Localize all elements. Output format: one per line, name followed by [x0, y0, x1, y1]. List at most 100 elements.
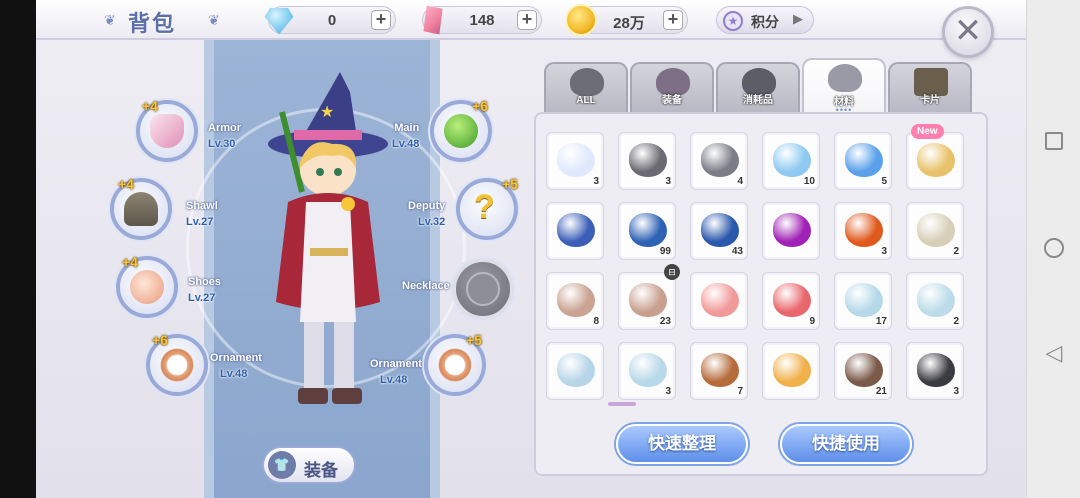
inventory-slot[interactable]: 23 — [618, 272, 676, 330]
equip-button[interactable]: 👕 装备 — [262, 446, 356, 484]
material-icon — [828, 64, 862, 92]
inventory-slot[interactable]: 7 — [690, 342, 748, 400]
frost-shard-icon — [845, 283, 883, 317]
tab-equipment[interactable]: 装备 — [630, 62, 714, 112]
item-count: 21 — [875, 386, 887, 397]
inventory-slot[interactable]: 3 — [618, 342, 676, 400]
triangle-back-icon: ◁ — [1045, 340, 1063, 365]
all-icon — [570, 68, 604, 96]
inventory-slot[interactable]: 21 — [834, 342, 892, 400]
gold-amount: 28万 — [613, 15, 645, 32]
inventory-slot[interactable] — [690, 272, 748, 330]
bronze-coin-icon — [557, 283, 595, 317]
shawl-slot[interactable]: +4 — [110, 176, 172, 240]
necklace-slot[interactable] — [452, 258, 514, 320]
item-count: 4 — [737, 176, 743, 187]
crystal-icon — [423, 5, 443, 35]
moon-stone-icon — [629, 143, 667, 177]
inventory-slot[interactable]: 8 — [546, 272, 604, 330]
white-gem-icon — [557, 143, 595, 177]
bronze-coin-icon — [629, 283, 667, 317]
shawl-bonus: +4 — [118, 176, 134, 192]
inventory-slot[interactable]: 9 — [762, 272, 820, 330]
diamond-currency: 0 + — [264, 6, 396, 35]
inventory-slot[interactable]: 3 — [546, 132, 604, 190]
inventory-slot[interactable]: 3 — [834, 202, 892, 260]
inventory-slot[interactable]: 17 — [834, 272, 892, 330]
inventory-slot[interactable]: 2 — [906, 202, 964, 260]
back-button[interactable]: ◁ — [1041, 340, 1067, 366]
inventory-slot[interactable]: 3 — [906, 342, 964, 400]
gold-coin-icon — [565, 4, 597, 36]
diamond-amount: 0 — [327, 12, 337, 29]
points-button[interactable]: ★ 积分 ▶ — [716, 6, 814, 34]
scroll-indicator[interactable] — [608, 402, 636, 406]
ornament-right-label: Ornament Lv.48 — [370, 358, 422, 386]
pink-ore-icon — [701, 283, 739, 317]
item-count: 3 — [881, 246, 887, 257]
treasure-chest-icon — [917, 213, 955, 247]
inventory-slot[interactable]: 2 — [906, 272, 964, 330]
add-diamond-button[interactable]: + — [371, 10, 391, 30]
item-count: 3 — [953, 386, 959, 397]
quick-use-button[interactable]: 快捷使用 — [780, 424, 912, 464]
shoes-bonus: +4 — [122, 254, 138, 270]
deputy-bonus: +5 — [502, 176, 518, 192]
item-count: 17 — [875, 316, 887, 327]
ornament-left-label: Ornament Lv.48 — [210, 352, 262, 380]
item-count: 3 — [593, 176, 599, 187]
inventory-panel: 3 3 4 10 5 New 99 43 3 2 8 23 9 17 2 3 7 21 3 ⊟ 快速整理 快捷使用 — [534, 112, 988, 476]
inventory-slot[interactable]: 43 — [690, 202, 748, 260]
inventory-slot[interactable]: 10 — [762, 132, 820, 190]
main-weapon-slot[interactable]: +6 — [430, 98, 492, 162]
close-button[interactable]: ✕ — [942, 6, 994, 58]
shawl-icon — [124, 192, 158, 226]
quick-sort-button[interactable]: 快速整理 — [616, 424, 748, 464]
inventory-slot[interactable] — [546, 202, 604, 260]
wing-right-icon: ❦ — [208, 12, 220, 28]
tab-cards[interactable]: 卡片 — [888, 62, 972, 112]
red-crystal-icon — [773, 283, 811, 317]
wing-left-icon: ❦ — [104, 12, 116, 28]
shawl-label: Shawl Lv.27 — [186, 200, 218, 228]
tab-all[interactable]: ALL — [544, 62, 628, 112]
add-gold-button[interactable]: + — [663, 10, 683, 30]
ornament-left-slot[interactable]: +6 — [146, 332, 208, 396]
square-icon — [1045, 132, 1063, 150]
item-count: 2 — [953, 316, 959, 327]
bark-icon — [701, 353, 739, 387]
frost-shard-icon — [629, 353, 667, 387]
honeycomb-icon — [773, 353, 811, 387]
tab-consumables[interactable]: 消耗品 — [716, 62, 800, 112]
tab-materials[interactable]: 材料 •••• — [802, 58, 886, 115]
staff-icon — [444, 114, 478, 148]
purple-bean-icon — [773, 213, 811, 247]
screen-left-edge — [0, 0, 36, 498]
galaxy-gem-icon — [557, 213, 595, 247]
inventory-slot[interactable] — [762, 342, 820, 400]
black-shell-icon — [917, 353, 955, 387]
inventory-slot[interactable]: 99 — [618, 202, 676, 260]
shoes-slot[interactable]: +4 — [116, 254, 178, 318]
add-crystal-button[interactable]: + — [517, 10, 537, 30]
deputy-slot[interactable]: +5 ? — [456, 176, 518, 240]
inventory-tabs: ALL 装备 消耗品 材料 •••• 卡片 — [544, 58, 974, 115]
armor-label: Armor Lv.30 — [208, 122, 242, 150]
shoes-icon — [130, 270, 164, 304]
inventory-slot[interactable]: 5 — [834, 132, 892, 190]
game-window: ❦ 背包 ❦ 0 + 148 + 28万 + ★ 积分 ▶ ✕ ★ +4 Arm… — [36, 0, 1026, 498]
ornament-right-slot[interactable]: +5 — [424, 332, 486, 396]
inventory-slot[interactable]: 4 — [690, 132, 748, 190]
page-title: 背包 — [128, 11, 177, 36]
home-button[interactable] — [1041, 235, 1067, 261]
inventory-slot[interactable]: New — [906, 124, 964, 190]
inventory-slot[interactable] — [762, 202, 820, 260]
inventory-slot[interactable]: 3 — [618, 132, 676, 190]
inventory-slot[interactable] — [546, 342, 604, 400]
diamond-icon — [264, 7, 294, 35]
armor-slot[interactable]: +4 — [136, 98, 198, 162]
recent-apps-button[interactable] — [1041, 128, 1067, 154]
ice-crystal-icon — [773, 143, 811, 177]
armor-bonus: +4 — [142, 98, 158, 114]
armor-icon — [150, 114, 184, 148]
